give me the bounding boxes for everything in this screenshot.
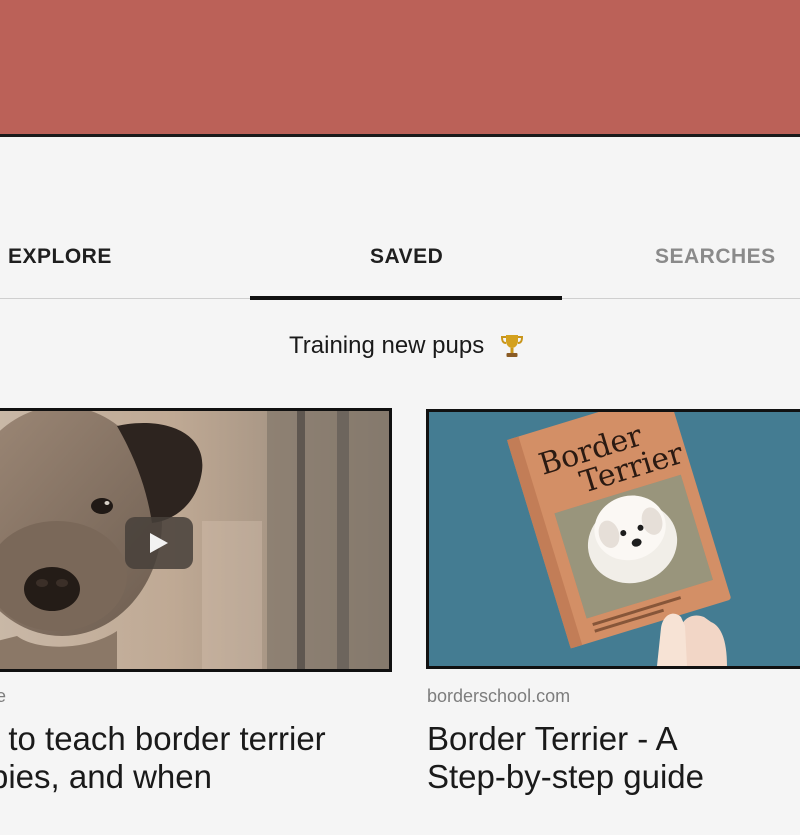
play-button[interactable] — [125, 517, 193, 569]
tab-searches[interactable]: SEARCHES — [655, 245, 776, 269]
tab-explore[interactable]: EXPLORE — [8, 245, 112, 269]
pin-title-line: pies, and when — [0, 758, 212, 795]
pin-card-image[interactable]: Border Terrier — [426, 409, 800, 669]
pin-source[interactable]: borderschool.com — [427, 686, 570, 707]
pin-card-video[interactable] — [0, 408, 392, 672]
tab-saved[interactable]: SAVED — [370, 245, 443, 269]
pin-title-line: Step-by-step guide — [427, 758, 705, 795]
pin-title-line: Border Terrier - A — [427, 720, 678, 757]
play-icon — [150, 533, 168, 553]
tab-bar: EXPLORE SAVED SEARCHES — [0, 230, 800, 300]
pin-title-line: t to teach border terrier — [0, 720, 326, 757]
header-banner — [0, 0, 800, 137]
dog-photo — [0, 411, 389, 669]
pin-title[interactable]: t to teach border terrier pies, and when — [0, 720, 390, 796]
pin-source[interactable]: e — [0, 686, 6, 707]
book-photo: Border Terrier — [429, 412, 800, 666]
board-title: Training new pups — [289, 332, 485, 359]
trophy-icon — [500, 333, 524, 359]
pin-title[interactable]: Border Terrier - A Step-by-step guide — [427, 720, 757, 796]
active-tab-indicator — [250, 296, 562, 300]
